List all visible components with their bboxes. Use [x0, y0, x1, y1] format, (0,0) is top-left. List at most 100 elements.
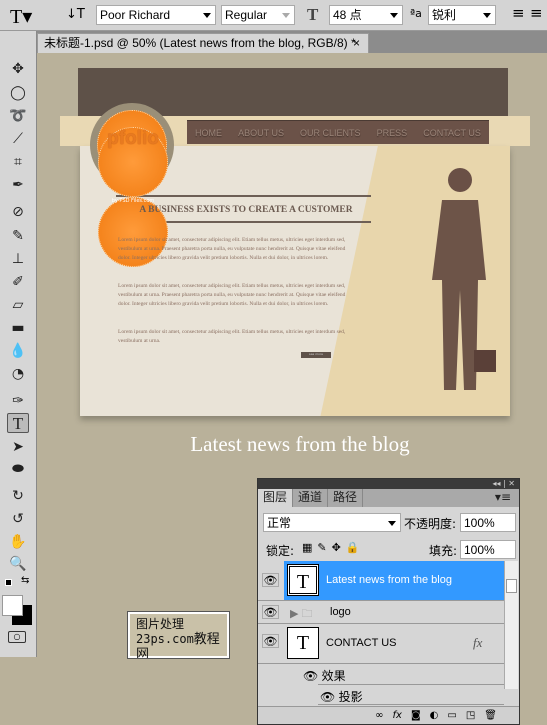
link-icon[interactable]: ∞: [375, 707, 383, 724]
swap-colors-icon[interactable]: ⇆: [21, 575, 29, 586]
lock-label: 锁定:: [266, 544, 295, 558]
opacity-label: 不透明度:: [404, 517, 457, 531]
default-colors-icon[interactable]: [5, 579, 12, 586]
move-tool-icon[interactable]: ✥: [7, 59, 29, 79]
orientation-toggle-icon[interactable]: ↓T: [66, 7, 85, 22]
folder-icon[interactable]: ▭: [447, 707, 456, 724]
font-style-value: Regular: [225, 8, 268, 22]
quick-select-tool-icon[interactable]: ⟋: [7, 129, 29, 149]
eraser-tool-icon[interactable]: ▱: [7, 295, 29, 315]
shape-tool-icon[interactable]: ⬬: [7, 459, 29, 479]
website-mockup: see more HOME ABOUT US OUR CLIENTS PRESS…: [60, 68, 530, 428]
effects-label: 效果: [321, 669, 346, 683]
hand-tool-icon[interactable]: ✋: [7, 532, 29, 552]
watermark: 图片处理 23ps.com教程网: [127, 611, 230, 662]
panel-tabs: 图层 通道 路径 ▾≡: [258, 489, 519, 507]
nav-contact: CONTACT US: [423, 127, 481, 138]
dodge-tool-icon[interactable]: ◔: [7, 364, 29, 384]
blur-tool-icon[interactable]: 💧: [7, 341, 29, 361]
lasso-tool-icon[interactable]: ➰: [7, 106, 29, 126]
layer-name: CONTACT US: [326, 637, 397, 649]
layer-name: logo: [330, 606, 351, 618]
gradient-tool-icon[interactable]: ▬: [7, 318, 29, 338]
expand-arrow-icon[interactable]: ▶ 🗀: [290, 605, 313, 624]
layer-row[interactable]: 👁 T CONTACT US fx: [258, 624, 504, 664]
effects-row[interactable]: 👁 效果: [258, 664, 504, 684]
type-tool-icon[interactable]: T▾: [10, 4, 32, 29]
fx-icon[interactable]: fx: [393, 707, 402, 724]
layer-row[interactable]: 👁 ▶ 🗀 logo: [258, 601, 504, 624]
brush-tool-icon[interactable]: ✎: [7, 226, 29, 246]
fill-field[interactable]: 100%: [460, 540, 516, 559]
mask-icon[interactable]: ◙: [411, 707, 421, 724]
eye-icon[interactable]: 👁: [262, 573, 279, 587]
blend-mode-select[interactable]: 正常: [263, 513, 401, 532]
font-size-icon: T: [307, 5, 319, 24]
layers-panel: ◂◂ | ✕ 图层 通道 路径 ▾≡ 正常 不透明度: 100% 锁定: ▦✎✥…: [257, 478, 520, 725]
eyedropper-tool-icon[interactable]: ✒: [7, 175, 29, 195]
document-tab-bar: 未标题-1.psd @ 50% (Latest news from the bl…: [37, 31, 547, 53]
panel-menu-icon[interactable]: ▾≡: [490, 489, 516, 506]
adjustment-icon[interactable]: ◐: [430, 707, 439, 724]
font-family-select[interactable]: Poor Richard: [96, 5, 216, 25]
logo-name: pfolio: [98, 127, 168, 197]
document-tab[interactable]: 未标题-1.psd @ 50% (Latest news from the bl…: [37, 33, 369, 53]
nav-press: PRESS: [376, 127, 408, 138]
paragraph: Lorem ipsum dolor sit amet, consectetur …: [118, 329, 346, 344]
blend-mode-value: 正常: [267, 516, 292, 530]
paragraph: Lorem ipsum dolor sit amet, consectetur …: [118, 237, 346, 261]
collapse-icon[interactable]: ◂◂ | ✕: [492, 479, 515, 488]
zoom-tool-icon[interactable]: 🔍: [7, 554, 29, 574]
text-layer-thumbnail: T: [287, 564, 319, 596]
align-left-icon[interactable]: ≡: [512, 4, 525, 22]
eye-icon[interactable]: 👁: [262, 634, 279, 648]
antialias-select[interactable]: 锐利: [428, 5, 496, 25]
lock-icons[interactable]: ▦✎✥🔒: [302, 541, 365, 554]
close-icon[interactable]: ×: [353, 34, 360, 52]
3d-rotate-tool-icon[interactable]: ↻: [7, 486, 29, 506]
3d-orbit-tool-icon[interactable]: ↺: [7, 509, 29, 529]
path-select-tool-icon[interactable]: ➤: [7, 437, 29, 457]
nav-bar: HOME ABOUT US OUR CLIENTS PRESS CONTACT …: [187, 120, 489, 144]
fx-icon[interactable]: fx: [473, 635, 482, 651]
blog-caption[interactable]: Latest news from the blog: [140, 432, 460, 457]
nav-clients: OUR CLIENTS: [300, 127, 361, 138]
text-layer-thumbnail: T: [287, 627, 319, 659]
document-title: 未标题-1.psd @ 50% (Latest news from the bl…: [44, 36, 356, 50]
pen-tool-icon[interactable]: ✑: [7, 391, 29, 411]
history-brush-tool-icon[interactable]: ✐: [7, 272, 29, 292]
type-tool-icon[interactable]: T: [7, 413, 29, 433]
tab-paths[interactable]: 路径: [328, 489, 364, 507]
nav-home: HOME: [195, 127, 223, 138]
scrollbar[interactable]: [504, 561, 518, 689]
healing-tool-icon[interactable]: ⊘: [7, 202, 29, 222]
trash-icon[interactable]: 🗑: [484, 707, 497, 724]
options-bar: T▾ ↓T Poor Richard Regular T 48 点 ªa 锐利 …: [0, 0, 547, 31]
nav-about: ABOUT US: [238, 127, 284, 138]
paragraph: Lorem ipsum dolor sit amet, consectetur …: [118, 283, 346, 307]
opacity-field[interactable]: 100%: [460, 513, 516, 532]
divider: [116, 195, 371, 197]
align-center-icon[interactable]: ≡: [530, 4, 543, 22]
effect-row[interactable]: 👁 投影: [318, 684, 504, 705]
eye-icon[interactable]: 👁: [262, 605, 279, 619]
crop-tool-icon[interactable]: ⌗: [7, 152, 29, 172]
tab-channels[interactable]: 通道: [293, 489, 329, 507]
tab-layers[interactable]: 图层: [258, 489, 294, 507]
marquee-tool-icon[interactable]: ◯: [7, 83, 29, 103]
font-style-select[interactable]: Regular: [221, 5, 295, 25]
fill-label: 填充:: [429, 544, 458, 558]
new-layer-icon[interactable]: ◳: [466, 707, 475, 724]
foreground-color-swatch[interactable]: [2, 595, 23, 616]
quick-mask-icon[interactable]: ○: [8, 631, 26, 643]
stamp-tool-icon[interactable]: ⊥: [7, 249, 29, 269]
vintage-man-illustration: [432, 168, 496, 390]
layer-row[interactable]: 👁 T Latest news from the blog: [258, 561, 504, 601]
font-size-field[interactable]: 48 点: [329, 5, 403, 25]
panel-footer: ∞ fx ◙ ◐ ▭ ◳ 🗑: [258, 706, 519, 724]
more-button: see more: [301, 352, 331, 358]
toolbox: ✥ ◯ ➰ ⟋ ⌗ ✒ ⊘ ✎ ⊥ ✐ ▱ ▬ 💧 ◔ ✑ T ➤ ⬬ ↻ ↺ …: [0, 31, 37, 657]
fill-value: 100%: [464, 543, 495, 557]
watermark-line: 图片处理: [136, 617, 185, 631]
effect-name: 投影: [338, 690, 363, 704]
